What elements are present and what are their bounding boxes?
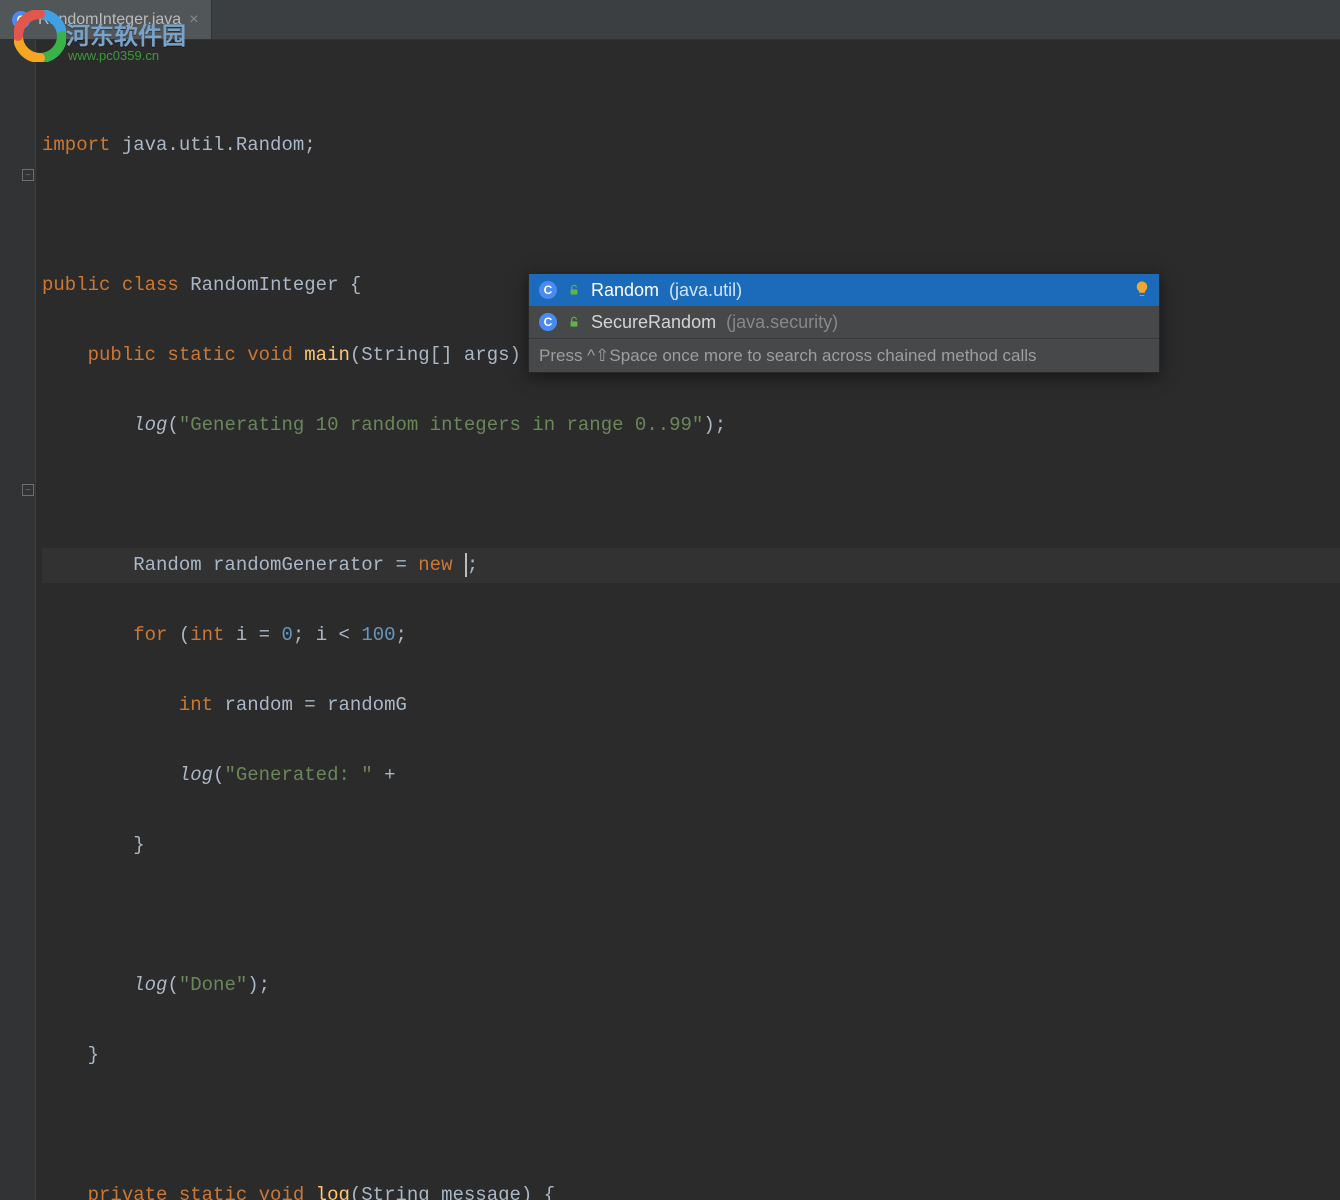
- code-line[interactable]: int random = randomG: [42, 688, 1340, 723]
- completion-package: (java.security): [726, 313, 838, 331]
- code-line[interactable]: for (int i = 0; i < 100;: [42, 618, 1340, 653]
- unlock-icon: [567, 283, 581, 297]
- code-line[interactable]: log("Generating 10 random integers in ra…: [42, 408, 1340, 443]
- code-line[interactable]: private static void log(String message) …: [42, 1178, 1340, 1200]
- code-line[interactable]: }: [42, 828, 1340, 863]
- code-completion-popup: C Random (java.util) C SecureRandom (jav…: [528, 273, 1160, 373]
- completion-hint: Press ^⇧Space once more to search across…: [529, 338, 1159, 372]
- fold-toggle-icon[interactable]: −: [22, 484, 34, 496]
- completion-package: (java.util): [669, 281, 742, 299]
- class-icon: C: [539, 281, 557, 299]
- watermark-brand: 河东软件园: [66, 16, 186, 51]
- editor-tabs: C RandomInteger.java ×: [0, 0, 1340, 40]
- editor-gutter: − −: [0, 40, 36, 1200]
- code-line[interactable]: [42, 1108, 1340, 1143]
- code-line-active[interactable]: Random randomGenerator = new ;: [42, 548, 1340, 583]
- code-line[interactable]: [42, 198, 1340, 233]
- watermark-logo: [14, 10, 66, 62]
- code-line[interactable]: [42, 478, 1340, 513]
- code-line[interactable]: import java.util.Random;: [42, 128, 1340, 163]
- fold-toggle-icon[interactable]: −: [22, 169, 34, 181]
- watermark-url: www.pc0359.cn: [68, 48, 159, 63]
- completion-item-securerandom[interactable]: C SecureRandom (java.security): [529, 306, 1159, 338]
- code-editor[interactable]: − − import java.util.Random; public clas…: [0, 40, 1340, 1200]
- code-line[interactable]: }: [42, 1038, 1340, 1073]
- watermark-overlay: 河东软件园 www.pc0359.cn: [14, 10, 66, 62]
- code-line[interactable]: log("Generated: " +: [42, 758, 1340, 793]
- code-line[interactable]: log("Done");: [42, 968, 1340, 1003]
- class-icon: C: [539, 313, 557, 331]
- unlock-icon: [567, 315, 581, 329]
- lightbulb-icon[interactable]: [1133, 280, 1151, 298]
- code-line[interactable]: [42, 898, 1340, 933]
- completion-name: SecureRandom: [591, 313, 716, 331]
- close-icon[interactable]: ×: [189, 11, 198, 29]
- completion-name: Random: [591, 281, 659, 299]
- completion-item-random[interactable]: C Random (java.util): [529, 274, 1159, 306]
